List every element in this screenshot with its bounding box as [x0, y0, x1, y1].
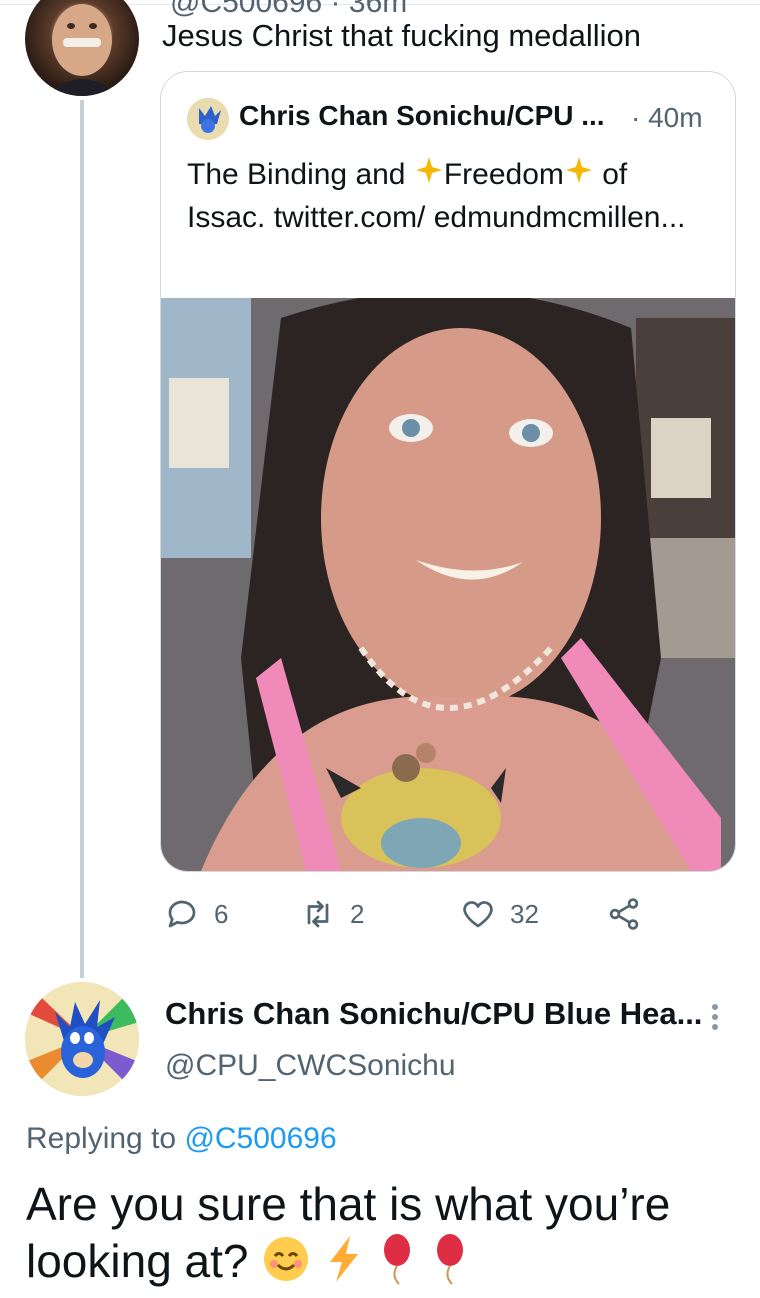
quoted-tweet-time: · 40m — [631, 102, 703, 133]
share-icon — [609, 898, 639, 930]
replying-to-line: Replying to @C500696 — [26, 1122, 337, 1156]
quoted-tweet-photo[interactable] — [161, 298, 735, 871]
quoted-tweet-card[interactable]: Chris Chan Sonichu/CPU ... · 40m The Bin… — [160, 71, 736, 872]
tweet-actions-bar: 6 2 32 — [160, 892, 720, 936]
more-dot — [712, 1014, 718, 1020]
sonichu-avatar-icon — [187, 98, 229, 140]
top-tweet-text: Jesus Christ that fucking medallion — [162, 18, 642, 53]
replying-label: Replying to — [26, 1122, 185, 1155]
balloon-icon — [430, 1232, 470, 1298]
heart-icon — [463, 901, 493, 928]
reply-tweet-text: Are you sure that is what you’re looking… — [26, 1176, 726, 1298]
more-vertical-icon[interactable] — [700, 1000, 730, 1036]
reply-action[interactable]: 6 — [164, 892, 228, 936]
more-dot — [712, 1004, 718, 1010]
top-tweet-avatar[interactable] — [25, 0, 139, 96]
quoted-tweet-author[interactable]: Chris Chan Sonichu/CPU ... — [239, 100, 605, 132]
more-dot — [712, 1024, 718, 1030]
sparkles-icon — [564, 155, 594, 197]
like-action[interactable]: 32 — [460, 892, 539, 936]
quoted-text-part1: The Binding and — [187, 158, 414, 191]
lightning-icon — [324, 1234, 364, 1296]
avatar-photo-icon — [45, 4, 119, 96]
retweet-action[interactable]: 2 — [300, 892, 364, 936]
balloon-icon — [377, 1232, 417, 1298]
sonichu-drawing-avatar-icon — [25, 982, 139, 1096]
reply-count: 6 — [214, 898, 229, 929]
smiling-face-icon — [261, 1234, 311, 1296]
quoted-text-freedom: Freedom — [443, 158, 564, 191]
reply-author-handle[interactable]: @CPU_CWCSonichu — [165, 1049, 456, 1083]
thread-connector-line — [80, 100, 84, 978]
like-count: 32 — [510, 898, 539, 929]
replying-mention-link[interactable]: @C500696 — [184, 1122, 336, 1155]
top-tweet-handle-cut: @C500696 · 36m — [170, 0, 408, 19]
selfie-photo-icon — [161, 298, 735, 871]
sparkles-icon — [414, 155, 444, 197]
retweet-count: 2 — [350, 898, 365, 929]
retweet-icon — [307, 900, 329, 928]
reply-icon — [168, 900, 196, 928]
reply-author-name[interactable]: Chris Chan Sonichu/CPU Blue Hea... — [165, 996, 702, 1032]
quoted-tweet-text: The Binding and Freedom of Issac. twitte… — [187, 154, 707, 239]
reply-author-avatar[interactable] — [25, 982, 139, 1096]
quoted-tweet-avatar[interactable] — [187, 98, 229, 140]
share-action[interactable] — [606, 892, 656, 936]
